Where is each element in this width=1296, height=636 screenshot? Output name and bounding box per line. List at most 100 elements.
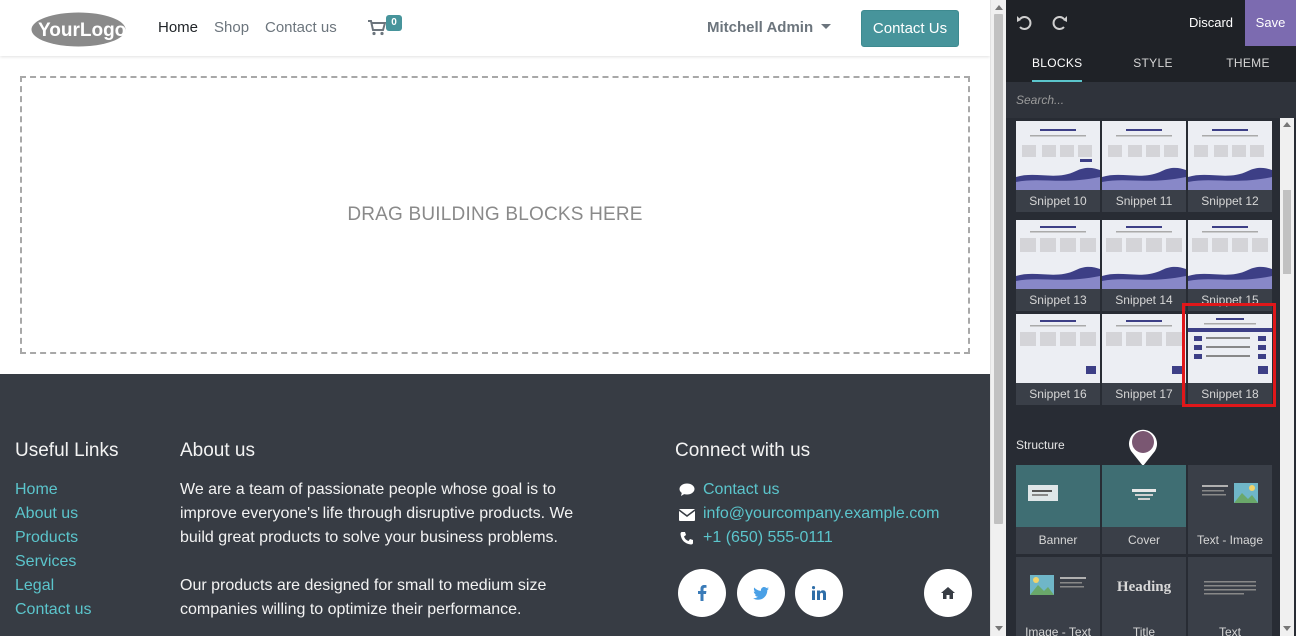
snippet-12[interactable]: Snippet 12 (1188, 121, 1272, 212)
editor-scrollbar-thumb[interactable] (1283, 190, 1291, 274)
about-us-title: About us (180, 440, 255, 461)
block-label: Text - Image (1188, 527, 1272, 554)
user-name: Mitchell Admin (707, 19, 814, 36)
snippet-label: Snippet 15 (1188, 289, 1272, 311)
scroll-down-arrow-icon[interactable] (1283, 626, 1291, 631)
snippet-label: Snippet 17 (1102, 383, 1186, 405)
snippet-11[interactable]: Snippet 11 (1102, 121, 1186, 212)
scroll-up-arrow-icon[interactable] (995, 5, 1003, 10)
snippet-18[interactable]: Snippet 18 (1188, 314, 1272, 405)
tab-blocks[interactable]: BLOCKS (1032, 46, 1082, 82)
drop-zone-text: DRAG BUILDING BLOCKS HERE (347, 204, 643, 225)
footer-link-services[interactable]: Services (15, 550, 91, 574)
connect-phone-link[interactable]: +1 (650) 555-0111 (677, 526, 833, 550)
about-us-text: We are a team of passionate people whose… (180, 478, 580, 622)
cart-count-badge: 0 (386, 15, 402, 31)
snippet-15[interactable]: Snippet 15 (1188, 220, 1272, 311)
snippet-15-thumbnail (1188, 220, 1272, 289)
nav-home-link[interactable]: Home (158, 19, 198, 36)
snippet-label: Snippet 13 (1016, 289, 1100, 311)
scroll-up-arrow-icon[interactable] (1283, 122, 1291, 127)
redo-icon[interactable] (1050, 14, 1068, 32)
home-button[interactable] (924, 569, 972, 617)
banner-thumbnail (1016, 465, 1100, 527)
about-paragraph: We are a team of passionate people whose… (180, 481, 574, 546)
nav-shop-link[interactable]: Shop (214, 19, 249, 36)
nav-contact-link[interactable]: Contact us (265, 19, 337, 36)
block-label: Cover (1102, 527, 1186, 554)
save-button[interactable]: Save (1245, 0, 1296, 46)
page-scrollbar-thumb[interactable] (994, 14, 1003, 524)
block-image-text[interactable]: Image - Text (1016, 557, 1100, 636)
connect-email-link[interactable]: info@yourcompany.example.com (677, 502, 940, 526)
useful-links-title: Useful Links (15, 440, 119, 461)
text-image-thumbnail (1188, 465, 1272, 527)
contact-us-button[interactable]: Contact Us (861, 10, 959, 47)
footer-link-about[interactable]: About us (15, 502, 91, 526)
block-label: Image - Text (1016, 619, 1100, 636)
page-scrollbar[interactable] (990, 0, 1006, 636)
about-paragraph: Our products are designed for small to m… (180, 577, 547, 618)
facebook-button[interactable] (678, 569, 726, 617)
caret-down-icon (821, 24, 832, 29)
snippet-label: Snippet 18 (1188, 383, 1272, 405)
footer-link-home[interactable]: Home (15, 478, 91, 502)
comment-icon (679, 483, 695, 496)
cart-button[interactable]: 0 (368, 14, 404, 40)
scroll-down-arrow-icon[interactable] (995, 626, 1003, 631)
snippet-search (1006, 82, 1296, 118)
block-title[interactable]: Heading Title (1102, 557, 1186, 636)
image-text-thumbnail (1016, 557, 1100, 619)
snippet-13-thumbnail (1016, 220, 1100, 289)
tab-theme[interactable]: THEME (1222, 46, 1274, 82)
snippet-label: Snippet 12 (1188, 190, 1272, 212)
footer-link-products[interactable]: Products (15, 526, 91, 550)
snippet-17-thumbnail (1102, 314, 1186, 383)
snippet-10[interactable]: Snippet 10 (1016, 121, 1100, 212)
block-text-image[interactable]: Text - Image (1188, 465, 1272, 554)
editor-tabs: BLOCKS STYLE THEME (1006, 46, 1296, 82)
footer-link-legal[interactable]: Legal (15, 574, 91, 598)
top-navbar: YourLogo Home Shop Contact us 0 Mitchell… (0, 0, 990, 56)
block-banner[interactable]: Banner (1016, 465, 1100, 554)
linkedin-icon (812, 586, 826, 600)
website-preview: YourLogo Home Shop Contact us 0 Mitchell… (0, 0, 990, 636)
block-text[interactable]: Text (1188, 557, 1272, 636)
home-icon (941, 587, 955, 599)
tab-style[interactable]: STYLE (1128, 46, 1178, 82)
logo[interactable]: YourLogo (30, 11, 127, 48)
search-input[interactable] (1016, 91, 1276, 109)
user-menu-dropdown[interactable]: Mitchell Admin (707, 19, 832, 36)
phone-icon (680, 532, 693, 545)
useful-links-list: Home About us Products Services Legal Co… (15, 478, 91, 622)
twitter-button[interactable] (737, 569, 785, 617)
facebook-icon (698, 585, 707, 601)
connect-title: Connect with us (675, 440, 811, 461)
snippet-14[interactable]: Snippet 14 (1102, 220, 1186, 311)
connect-contact-link[interactable]: Contact us (677, 478, 779, 502)
snippet-18-thumbnail (1188, 314, 1272, 383)
linkedin-button[interactable] (795, 569, 843, 617)
editor-toolbar: Discard Save (1006, 0, 1296, 46)
block-cover[interactable]: Cover (1102, 465, 1186, 554)
snippet-12-thumbnail (1188, 121, 1272, 190)
editor-scrollbar[interactable] (1280, 118, 1294, 636)
snippet-10-thumbnail (1016, 121, 1100, 190)
cart-icon (368, 20, 386, 36)
block-label: Banner (1016, 527, 1100, 554)
block-label: Title (1102, 619, 1186, 636)
text-thumbnail (1188, 557, 1272, 619)
editor-panel: Discard Save BLOCKS STYLE THEME Snippet … (1006, 0, 1296, 636)
drop-zone[interactable]: DRAG BUILDING BLOCKS HERE (20, 76, 970, 354)
snippet-label: Snippet 10 (1016, 190, 1100, 212)
drag-marker-icon (1129, 429, 1157, 466)
snippet-17[interactable]: Snippet 17 (1102, 314, 1186, 405)
undo-icon[interactable] (1016, 14, 1034, 32)
snippet-16[interactable]: Snippet 16 (1016, 314, 1100, 405)
snippet-13[interactable]: Snippet 13 (1016, 220, 1100, 311)
snippet-label: Snippet 16 (1016, 383, 1100, 405)
footer-link-contact[interactable]: Contact us (15, 598, 91, 622)
discard-button[interactable]: Discard (1179, 0, 1243, 46)
title-thumbnail: Heading (1102, 557, 1186, 619)
connect-phone: +1 (650) 555-0111 (703, 529, 833, 546)
